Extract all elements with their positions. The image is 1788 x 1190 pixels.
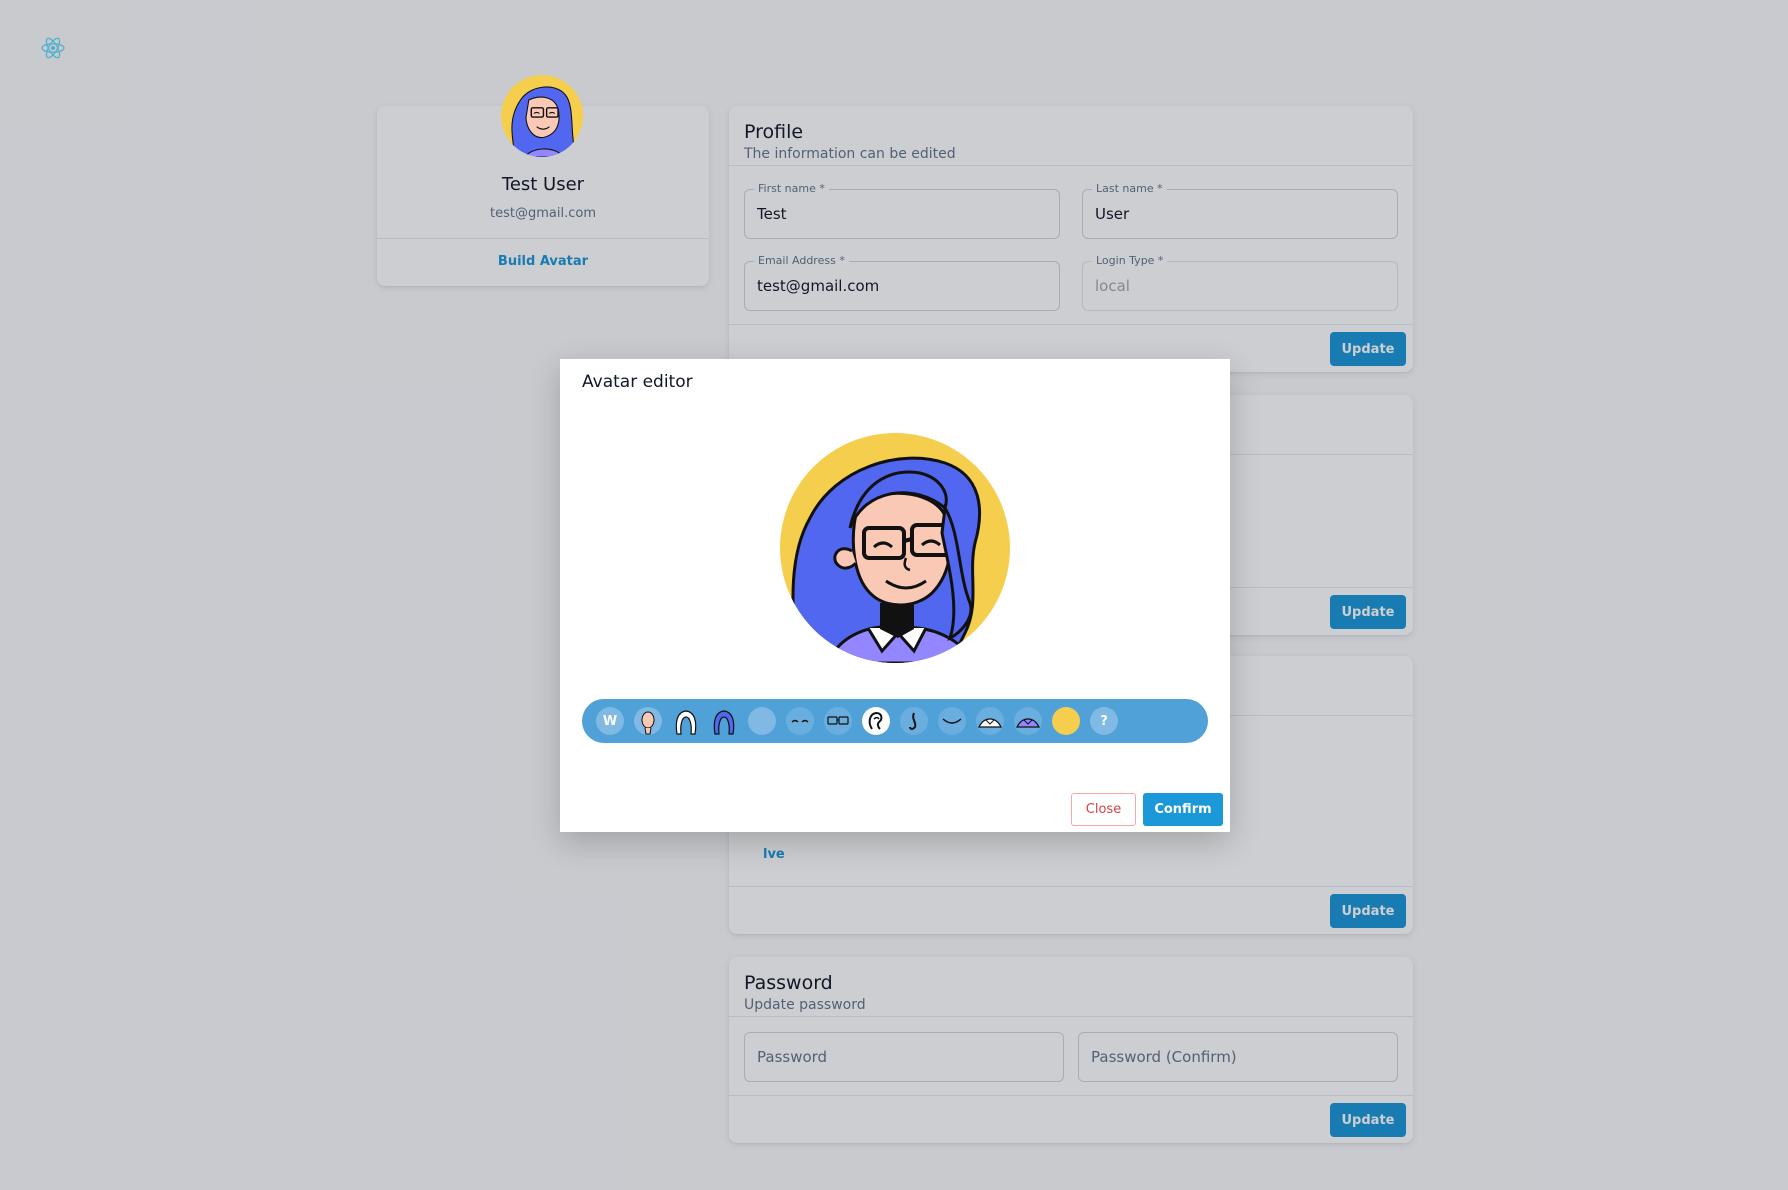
ear-icon bbox=[868, 711, 883, 730]
random-label: ? bbox=[1100, 713, 1108, 729]
eyes-button[interactable] bbox=[786, 707, 814, 735]
close-button[interactable]: Close bbox=[1071, 793, 1136, 826]
hair-style-button[interactable] bbox=[672, 707, 700, 735]
shirt-style-button[interactable] bbox=[976, 707, 1004, 735]
hair-color-icon bbox=[713, 710, 735, 735]
hair-style-icon bbox=[675, 710, 697, 735]
shirt-color-button[interactable] bbox=[1014, 707, 1042, 735]
mouth-button[interactable] bbox=[938, 707, 966, 735]
avatar bbox=[501, 75, 583, 157]
face-icon bbox=[641, 711, 655, 735]
shirt-style-icon bbox=[978, 718, 1002, 728]
background-color-button[interactable] bbox=[1052, 707, 1080, 735]
hat-button[interactable] bbox=[748, 707, 776, 735]
face-color-button[interactable] bbox=[634, 707, 662, 735]
glasses-icon bbox=[827, 716, 849, 725]
avatar-preview bbox=[780, 433, 1010, 663]
confirm-button[interactable]: Confirm bbox=[1143, 793, 1223, 826]
avatar-editor-dialog: Avatar editor W ? Close Confirm bbox=[560, 359, 1230, 832]
eyes-icon bbox=[791, 719, 809, 723]
shirt-color-icon bbox=[1016, 718, 1040, 728]
ear-button[interactable] bbox=[862, 707, 890, 735]
random-button[interactable]: ? bbox=[1090, 707, 1118, 735]
dialog-title: Avatar editor bbox=[582, 372, 693, 392]
gender-toggle-button[interactable]: W bbox=[596, 707, 624, 735]
avatar-options-toolbar: W ? bbox=[582, 699, 1208, 743]
glasses-button[interactable] bbox=[824, 707, 852, 735]
nose-button[interactable] bbox=[900, 707, 928, 735]
account-page: Test User test@gmail.com Build Avatar Pr… bbox=[0, 0, 1788, 1190]
nose-icon bbox=[909, 712, 917, 730]
mouth-icon bbox=[942, 718, 962, 724]
hair-color-button[interactable] bbox=[710, 707, 738, 735]
gender-toggle-label: W bbox=[602, 713, 618, 729]
